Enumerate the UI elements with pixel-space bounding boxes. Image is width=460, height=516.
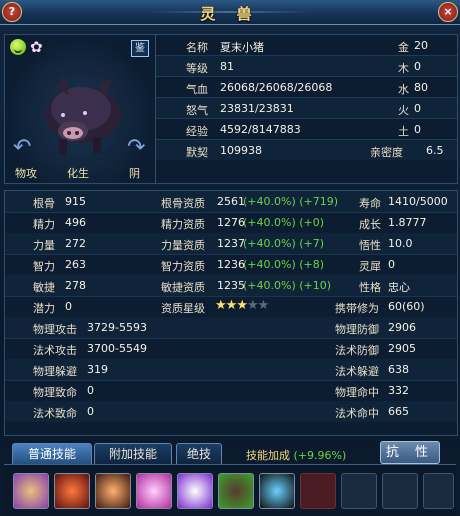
- info-row: 怒气 23831/23831 火 0: [156, 98, 457, 119]
- stat-row: 智力 263 智力资质 1236 (+40.0%) (+8) 灵犀 0: [5, 254, 457, 276]
- combat-row: 物理躲避 319 法术躲避 638: [5, 359, 457, 381]
- swirl-skill-icon[interactable]: [13, 473, 49, 509]
- pet-portrait: ✿ 鉴 ↶ ↷ 物攻 化生 阴: [5, 35, 156, 183]
- empty-skill-slot[interactable]: [423, 473, 454, 509]
- skill-bar: [4, 464, 456, 516]
- stat-row-potential: 潜力 0 资质星级 ★★★★★ 携带修为 60(60): [5, 296, 457, 318]
- purple-flash-skill-icon[interactable]: [177, 473, 213, 509]
- stat-row: 敏捷 278 敏捷资质 1235 (+40.0%) (+10) 性格 忠心: [5, 275, 457, 297]
- combat-row: 物理致命 0 物理命中 332: [5, 380, 457, 402]
- empty-skill-slot[interactable]: [382, 473, 418, 509]
- pet-name: 夏末小猪: [220, 41, 264, 54]
- action-yin[interactable]: 阴: [129, 165, 140, 181]
- empty-skill-slot[interactable]: [300, 473, 336, 509]
- stat-row: 力量 272 力量资质 1237 (+40.0%) (+7) 悟性 10.0: [5, 233, 457, 255]
- pig-model-icon: [45, 77, 121, 155]
- combat-row: 法术攻击 3700-5549 法术防御 2905: [5, 338, 457, 360]
- tab-extra-skills[interactable]: 附加技能: [94, 443, 172, 465]
- info-row: 默契 109938 亲密度 6.5: [156, 140, 457, 160]
- star-empty-icon: ★: [246, 298, 259, 313]
- resist-button[interactable]: 抗 性: [380, 441, 440, 464]
- basic-info-grid: 名称 夏末小猪 金 20 等级 81 木 0 气血 26068/26068/26…: [156, 35, 457, 183]
- info-row: 经验 4592/8147883 土 0: [156, 119, 457, 140]
- stats-panel: 根骨 915 根骨资质 2561 (+40.0%) (+719) 寿命 1410…: [4, 190, 458, 436]
- beast-skill-icon[interactable]: [95, 473, 131, 509]
- pink-burst-skill-icon[interactable]: [136, 473, 172, 509]
- star-filled-icon: ★: [215, 298, 227, 313]
- stat-row: 精力 496 精力资质 1276 (+40.0%) (+0) 成长 1.8777: [5, 212, 457, 234]
- star-filled-icon: ★: [225, 298, 238, 313]
- info-row: 气血 26068/26068/26068 水 80: [156, 77, 457, 98]
- action-physical-attack[interactable]: 物攻: [15, 165, 37, 181]
- tab-ultimate[interactable]: 绝技: [176, 443, 222, 465]
- green-beast-skill-icon[interactable]: [218, 473, 254, 509]
- tab-normal-skills[interactable]: 普通技能: [12, 443, 92, 465]
- combat-row: 法术致命 0 法术命中 665: [5, 401, 457, 422]
- rotate-left-icon[interactable]: ↶: [13, 135, 31, 160]
- aptitude-stars: ★★★★★: [215, 298, 270, 313]
- fire-ring-skill-icon[interactable]: [54, 473, 90, 509]
- star-filled-icon: ★: [236, 298, 248, 313]
- empty-skill-slot[interactable]: [341, 473, 377, 509]
- combat-row: 物理攻击 3729-5593 物理防御 2906: [5, 317, 457, 339]
- pet-window: ? 灵 兽 × ✿ 鉴 ↶ ↷ 物攻 化生 阴 名称 夏末小猪 金 20 等级 …: [0, 0, 460, 516]
- info-row: 等级 81 木 0: [156, 56, 457, 77]
- flower-icon: ✿: [30, 38, 43, 56]
- skill-bonus: 技能加成 (+9.96%): [246, 449, 347, 462]
- rotate-right-icon[interactable]: ↷: [127, 135, 145, 160]
- window-title: 灵 兽: [200, 5, 260, 23]
- stat-row: 根骨 915 根骨资质 2561 (+40.0%) (+719) 寿命 1410…: [5, 191, 457, 213]
- pet-info-panel: ✿ 鉴 ↶ ↷ 物攻 化生 阴 名称 夏末小猪 金 20 等级 81 木 0 气…: [4, 34, 458, 184]
- action-transform[interactable]: 化生: [67, 165, 89, 181]
- info-row: 名称 夏末小猪 金 20: [156, 35, 457, 56]
- star-empty-icon: ★: [257, 298, 270, 313]
- close-button[interactable]: ×: [438, 2, 458, 22]
- mood-face-icon: [10, 39, 26, 55]
- title-bar: ? 灵 兽 ×: [0, 0, 460, 25]
- appraise-button[interactable]: 鉴: [131, 40, 149, 57]
- dark-flame-skill-icon[interactable]: [259, 473, 295, 509]
